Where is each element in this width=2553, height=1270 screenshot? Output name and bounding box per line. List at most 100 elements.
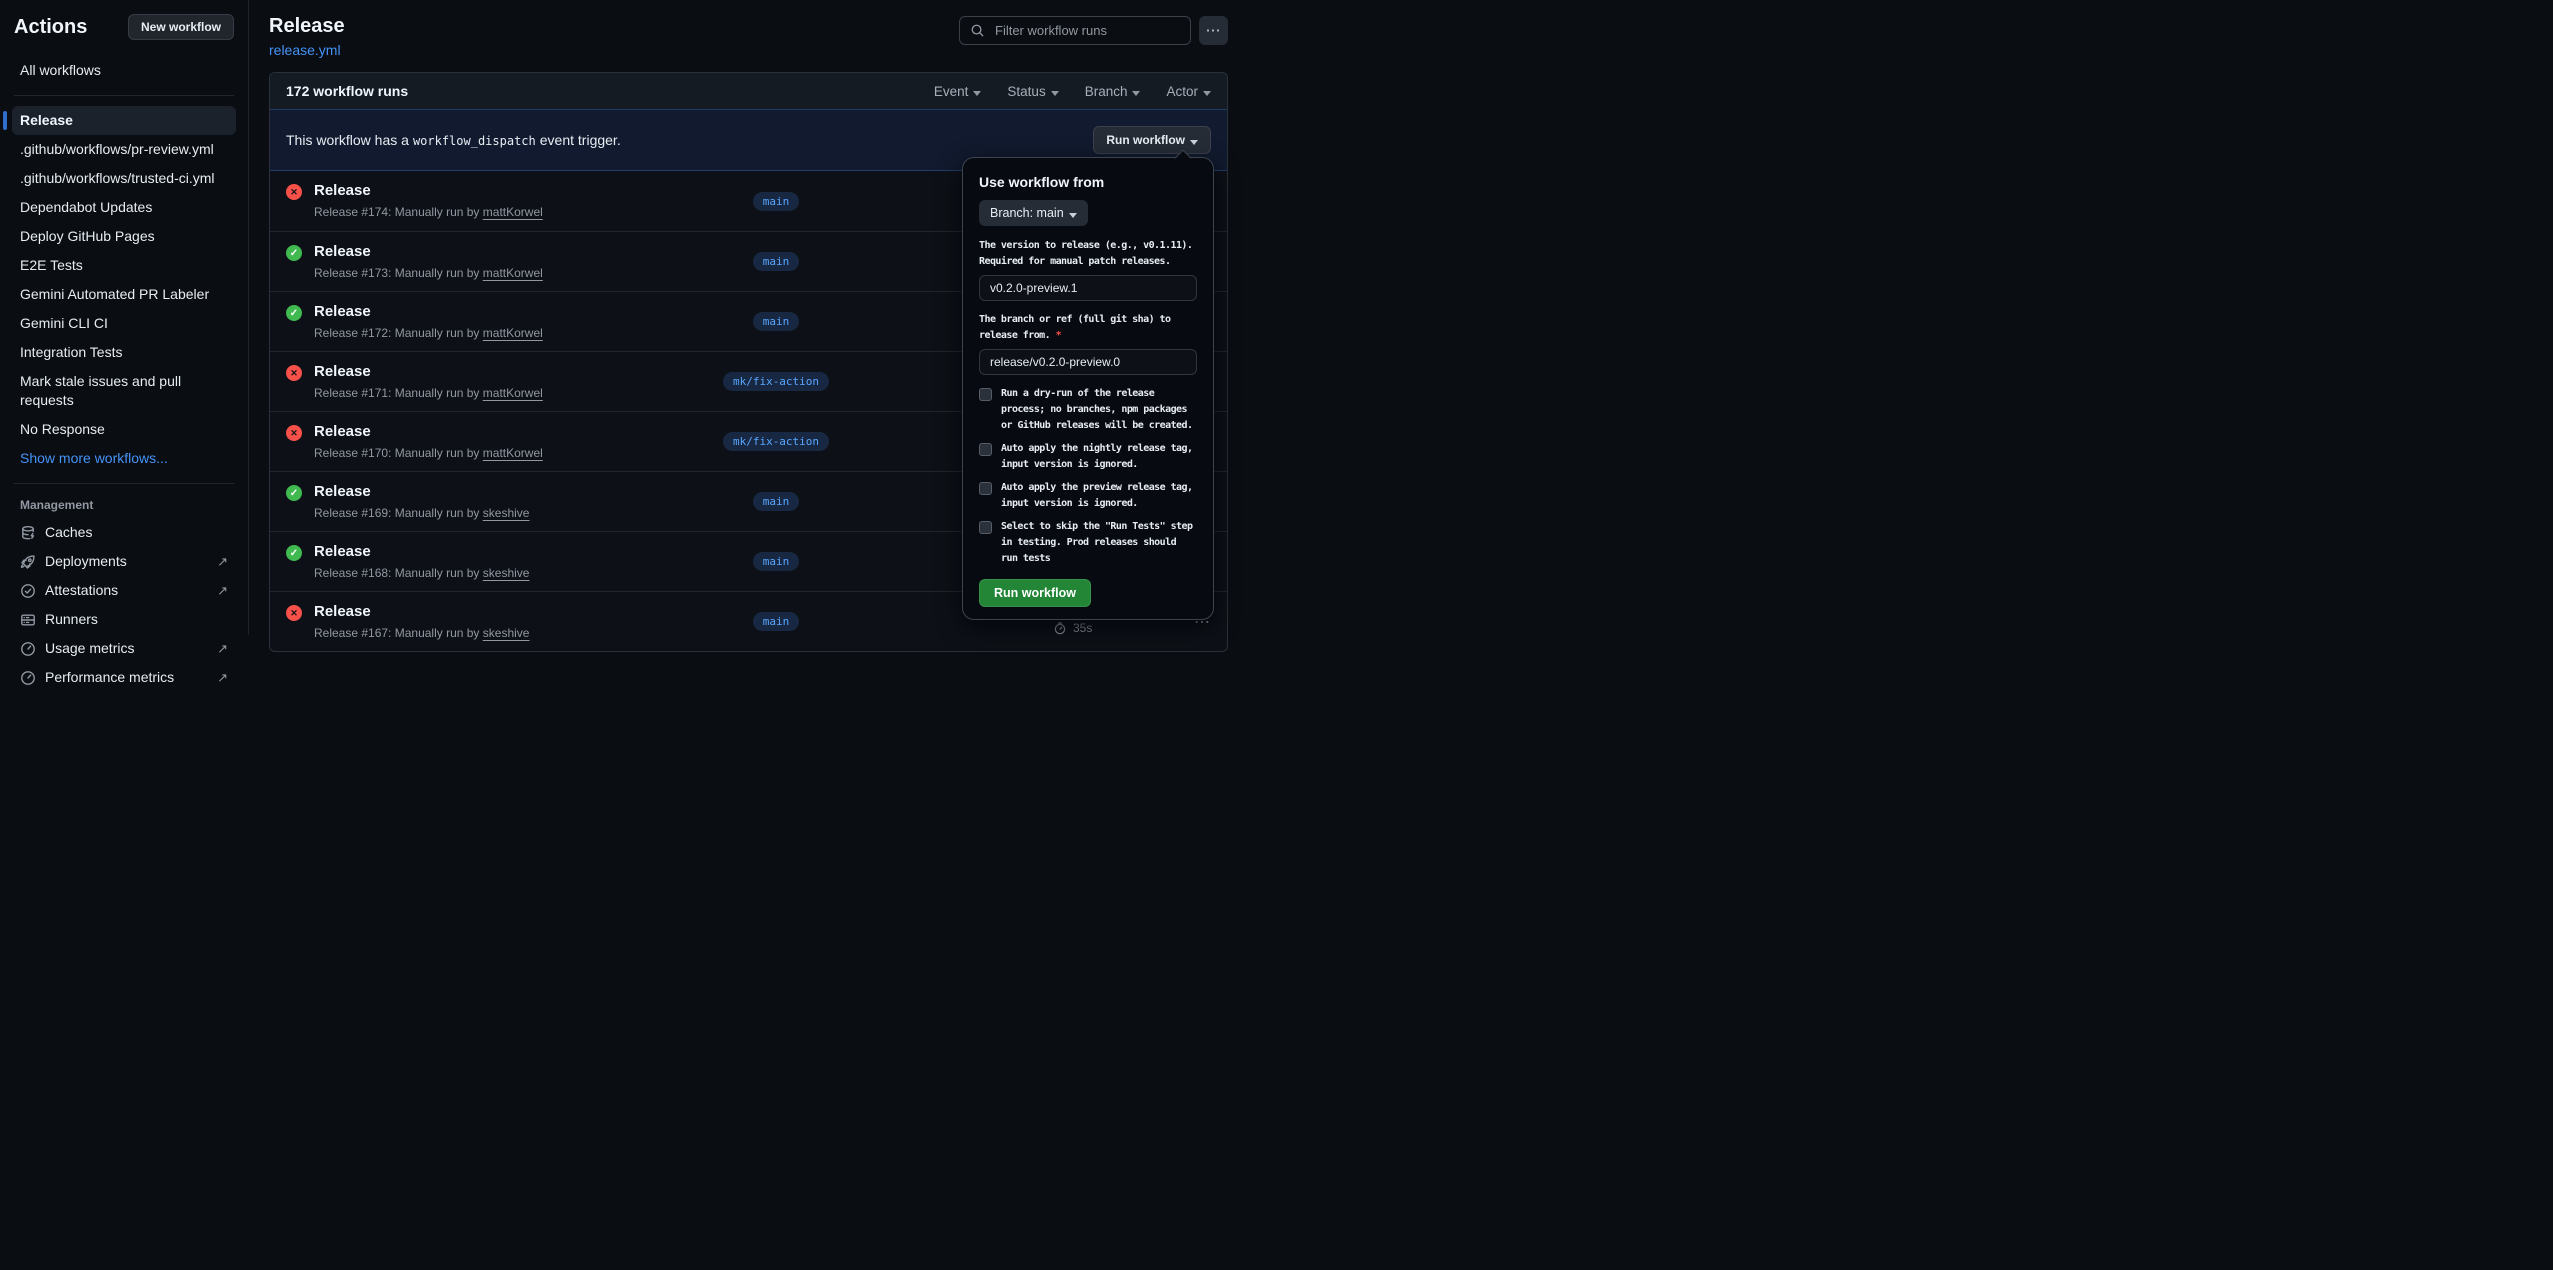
show-more-workflows-link[interactable]: Show more workflows... [12,444,236,473]
skip-tests-checkbox[interactable] [979,521,992,534]
filter-actor-dropdown[interactable]: Actor [1166,84,1211,99]
actions-sidebar: Actions New workflow All workflows Relea… [0,0,249,635]
chevron-down-icon [1069,213,1077,218]
sidebar-divider [14,483,234,484]
branch-badge[interactable]: main [753,312,800,331]
actor-link[interactable]: skeshive [483,626,530,640]
actor-link[interactable]: mattKorwel [483,205,543,219]
chevron-down-icon [1203,91,1211,96]
rocket-icon [20,554,36,570]
sidebar-item-gemini-pr-labeler[interactable]: Gemini Automated PR Labeler [12,280,236,309]
run-status-failure-icon [286,365,302,381]
sidebar-item-gemini-cli-ci[interactable]: Gemini CLI CI [12,309,236,338]
nightly-tag-checkbox[interactable] [979,443,992,456]
actor-link[interactable]: mattKorwel [483,266,543,280]
branch-badge[interactable]: mk/fix-action [723,432,829,451]
run-status-success-icon [286,545,302,561]
actor-link[interactable]: skeshive [483,566,530,580]
chevron-down-icon [1051,91,1059,96]
sidebar-item-label: Caches [45,523,92,542]
branch-badge[interactable]: main [753,192,800,211]
stopwatch-icon [1053,621,1067,635]
workflow-file-link[interactable]: release.yml [269,42,341,58]
filter-status-dropdown[interactable]: Status [1007,84,1058,99]
sidebar-item-label: Runners [45,610,98,629]
sidebar-item-dependabot-updates[interactable]: Dependabot Updates [12,193,236,222]
version-input[interactable] [979,275,1197,301]
run-title[interactable]: Release [314,422,664,441]
sidebar-item-attestations[interactable]: Attestations ↗ [12,576,236,605]
workflow-nav: All workflows Release .github/workflows/… [0,40,248,692]
run-status-failure-icon [286,184,302,200]
sidebar-item-trusted-ci[interactable]: .github/workflows/trusted-ci.yml [12,164,236,193]
preview-tag-checkbox-label[interactable]: Auto apply the preview release tag, inpu… [1001,480,1197,512]
branch-badge[interactable]: mk/fix-action [723,372,829,391]
verified-badge-icon [20,583,36,599]
run-description: Release #170: Manually run by mattKorwel [314,446,664,460]
actor-link[interactable]: mattKorwel [483,326,543,340]
nightly-tag-checkbox-label[interactable]: Auto apply the nightly release tag, inpu… [1001,441,1197,473]
sidebar-item-performance-metrics[interactable]: Performance metrics ↗ [12,663,236,692]
run-status-failure-icon [286,425,302,441]
run-title[interactable]: Release [314,542,664,561]
sidebar-item-label: Deployments [45,552,127,571]
sidebar-item-deployments[interactable]: Deployments ↗ [12,547,236,576]
branch-badge[interactable]: main [753,612,800,631]
page-title: Release [269,14,345,38]
sidebar-item-no-response[interactable]: No Response [12,415,236,444]
filter-event-dropdown[interactable]: Event [934,84,982,99]
sidebar-title: Actions [14,16,87,39]
runs-count: 172 workflow runs [286,83,408,99]
banner-text: This workflow has aworkflow_dispatcheven… [286,132,621,148]
use-workflow-from-heading: Use workflow from [979,174,1197,190]
management-section-label: Management [12,494,236,518]
run-title[interactable]: Release [314,602,664,621]
sidebar-item-mark-stale[interactable]: Mark stale issues and pull requests [12,367,236,415]
sidebar-item-all-workflows[interactable]: All workflows [12,56,236,85]
run-workflow-submit-button[interactable]: Run workflow [979,579,1091,607]
ref-input[interactable] [979,349,1197,375]
run-title[interactable]: Release [314,242,664,261]
sidebar-item-pr-review[interactable]: .github/workflows/pr-review.yml [12,135,236,164]
branch-select-button[interactable]: Branch: main [979,200,1088,226]
external-link-icon: ↗ [217,581,228,600]
external-link-icon: ↗ [217,668,228,687]
run-workflow-dropdown-button[interactable]: Run workflow [1093,126,1211,154]
external-link-icon: ↗ [217,639,228,658]
branch-badge[interactable]: main [753,492,800,511]
run-description: Release #168: Manually run by skeshive [314,566,664,580]
dry-run-checkbox-label[interactable]: Run a dry-run of the release process; no… [1001,386,1197,434]
run-title[interactable]: Release [314,181,664,200]
preview-tag-checkbox[interactable] [979,482,992,495]
sidebar-item-integration-tests[interactable]: Integration Tests [12,338,236,367]
sidebar-item-usage-metrics[interactable]: Usage metrics ↗ [12,634,236,663]
new-workflow-button[interactable]: New workflow [128,14,234,40]
branch-badge[interactable]: main [753,552,800,571]
ref-input-label: The branch or ref (full git sha) to rele… [979,312,1197,344]
sidebar-item-caches[interactable]: Caches [12,518,236,547]
sidebar-item-deploy-github-pages[interactable]: Deploy GitHub Pages [12,222,236,251]
run-title[interactable]: Release [314,362,664,381]
run-description: Release #167: Manually run by skeshive [314,626,664,640]
actor-link[interactable]: mattKorwel [483,386,543,400]
sidebar-item-label: Attestations [45,581,118,600]
filter-branch-dropdown[interactable]: Branch [1085,84,1141,99]
branch-badge[interactable]: main [753,252,800,271]
required-asterisk: * [1056,330,1061,341]
workflow-options-kebab-button[interactable]: ⋯ [1199,16,1228,45]
server-icon [20,612,36,628]
sidebar-item-label: Usage metrics [45,639,134,658]
filter-workflow-runs-input[interactable] [993,22,1180,39]
version-input-label: The version to release (e.g., v0.1.11). … [979,238,1197,270]
sidebar-item-e2e-tests[interactable]: E2E Tests [12,251,236,280]
sidebar-item-label: Performance metrics [45,668,174,687]
skip-tests-checkbox-label[interactable]: Select to skip the "Run Tests" step in t… [1001,519,1197,567]
run-title[interactable]: Release [314,482,664,501]
sidebar-item-runners[interactable]: Runners [12,605,236,634]
dry-run-checkbox[interactable] [979,388,992,401]
actor-link[interactable]: mattKorwel [483,446,543,460]
sidebar-divider [14,95,234,96]
run-title[interactable]: Release [314,302,664,321]
sidebar-item-release[interactable]: Release [12,106,236,135]
actor-link[interactable]: skeshive [483,506,530,520]
